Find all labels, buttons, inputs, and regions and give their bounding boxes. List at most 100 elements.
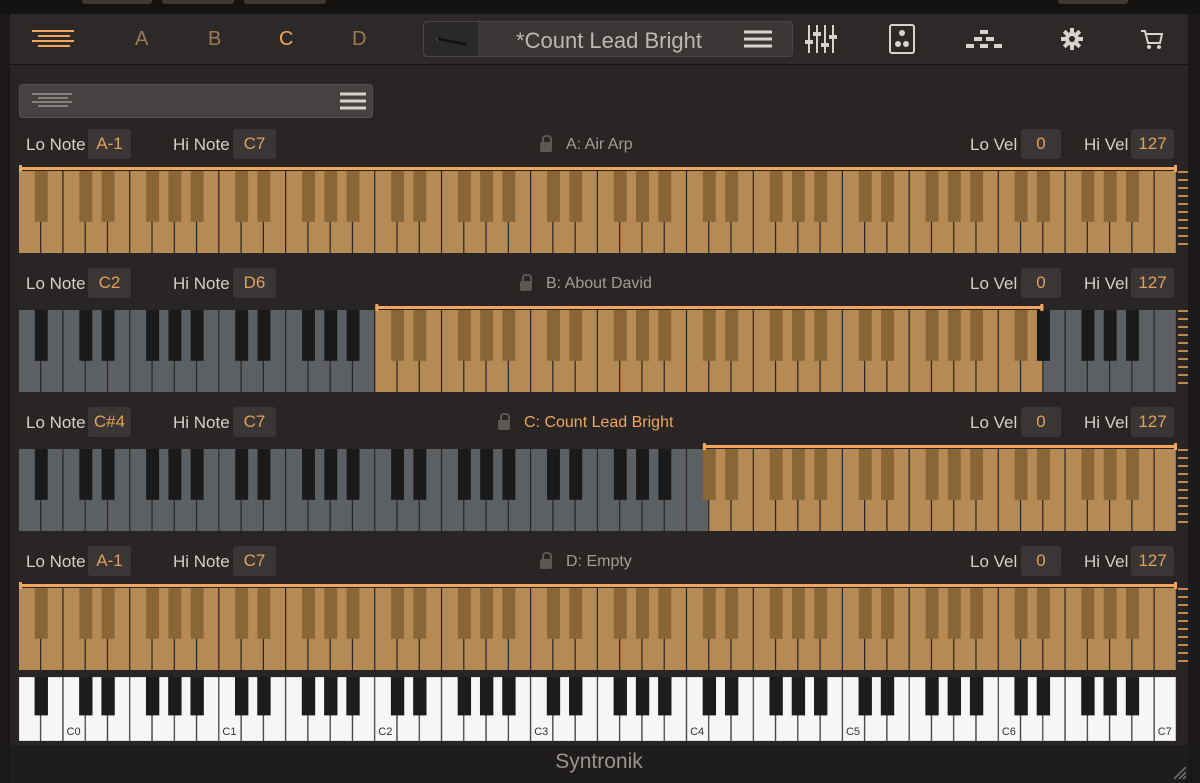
zone-black-key xyxy=(547,171,560,222)
zone-b-lock-icon[interactable] xyxy=(520,274,532,291)
zone-black-key xyxy=(858,588,872,639)
settings-gear-icon[interactable] xyxy=(1061,28,1083,50)
main-piano-keyboard[interactable]: C0 C1 C2 C3 C4 C5 C6 C7 xyxy=(19,677,1177,741)
zone-black-key xyxy=(457,171,471,222)
zone-a-lo-note-field[interactable]: A-1 xyxy=(88,129,131,159)
zone-black-key xyxy=(391,449,405,500)
zone-d-hi-note-field[interactable]: C7 xyxy=(233,546,276,576)
zone-black-key xyxy=(547,310,560,361)
zone-c-velocity-scale[interactable] xyxy=(1178,449,1188,529)
black-key xyxy=(814,677,828,716)
zone-black-key xyxy=(101,171,115,222)
black-key xyxy=(635,677,650,716)
zone-a-lock-icon[interactable] xyxy=(540,135,552,152)
top-strip-button[interactable] xyxy=(1058,0,1128,4)
zone-black-key xyxy=(769,588,783,639)
split-menu-icon[interactable] xyxy=(340,92,366,110)
zone-black-key xyxy=(480,449,494,500)
black-key xyxy=(569,677,583,716)
preset-menu-icon[interactable] xyxy=(744,30,772,48)
zone-black-key xyxy=(302,171,315,222)
zone-a-hi-note-field[interactable]: C7 xyxy=(233,129,276,159)
zone-b-lo-vel-field[interactable]: 0 xyxy=(1021,268,1061,298)
footer-bar: Syntronik xyxy=(10,745,1188,783)
zone-c-lo-vel-field[interactable]: 0 xyxy=(1021,407,1061,437)
split-overview-strip[interactable] xyxy=(19,84,373,118)
zone-c-keyboard[interactable] xyxy=(19,439,1177,531)
zone-black-key xyxy=(502,310,516,361)
shop-cart-icon[interactable] xyxy=(1140,28,1164,50)
top-strip-button[interactable] xyxy=(82,0,152,4)
black-key xyxy=(457,677,472,716)
zone-white-key xyxy=(1154,588,1176,670)
zone-black-key xyxy=(1103,310,1117,361)
zone-range-handle-high xyxy=(1174,582,1177,589)
zone-black-key xyxy=(79,171,93,222)
black-key xyxy=(791,677,806,716)
part-tab-b[interactable]: B xyxy=(208,28,221,51)
zone-c-name: C: Count Lead Bright xyxy=(524,414,674,431)
zone-range-handle-low xyxy=(375,304,379,311)
zone-black-key xyxy=(1014,310,1028,361)
zone-b-velocity-scale[interactable] xyxy=(1178,310,1188,390)
part-tab-a[interactable]: A xyxy=(135,28,148,51)
zone-d-lo-vel-field[interactable]: 0 xyxy=(1021,546,1061,576)
zone-b-hi-note-field[interactable]: D6 xyxy=(233,268,276,298)
zone-black-key xyxy=(970,171,984,222)
zone-a-velocity-scale[interactable] xyxy=(1178,171,1188,251)
zone-d-lock-icon[interactable] xyxy=(540,552,552,569)
zone-a-hi-vel-field[interactable]: 127 xyxy=(1131,129,1174,159)
hi-vel-label: Hi Vel xyxy=(1084,413,1129,432)
black-key xyxy=(257,677,271,716)
zone-range-bar xyxy=(702,445,1177,448)
zone-black-key xyxy=(970,588,984,639)
zone-a-keyboard[interactable] xyxy=(19,161,1177,253)
zone-c-lock-icon[interactable] xyxy=(498,413,510,430)
zone-d-name: D: Empty xyxy=(566,553,632,570)
zone-d-velocity-scale[interactable] xyxy=(1178,588,1188,668)
zone-c-lo-note-field[interactable]: C#4 xyxy=(88,407,131,437)
arpeggiator-icon[interactable] xyxy=(964,28,1004,50)
zone-black-key xyxy=(925,449,939,500)
part-tab-d[interactable]: D xyxy=(352,28,366,51)
toolbar: A B C D *Count Lead Bright xyxy=(10,14,1188,65)
top-strip-button[interactable] xyxy=(162,0,234,4)
octave-label: C1 xyxy=(222,726,236,738)
zone-black-key xyxy=(1081,171,1095,222)
zone-black-key xyxy=(34,310,48,361)
zone-range-handle-high xyxy=(1040,304,1044,311)
zone-black-key xyxy=(413,449,427,500)
lo-note-label: Lo Note xyxy=(26,413,86,432)
preset-selector[interactable]: *Count Lead Bright xyxy=(423,21,793,57)
zone-black-key xyxy=(457,449,471,500)
zone-b-hi-vel-field[interactable]: 127 xyxy=(1131,268,1174,298)
zone-d-hi-vel-field[interactable]: 127 xyxy=(1131,546,1174,576)
zone-black-key xyxy=(791,171,805,222)
zone-d-lo-note-field[interactable]: A-1 xyxy=(88,546,131,576)
top-strip-button[interactable] xyxy=(244,0,326,4)
zone-black-key xyxy=(1103,588,1117,639)
zone-black-key xyxy=(658,310,672,361)
zone-c-hi-note-field[interactable]: C7 xyxy=(233,407,276,437)
zone-b-lo-note-field[interactable]: C2 xyxy=(88,268,131,298)
zone-black-key xyxy=(947,171,961,222)
resize-grip-icon[interactable] xyxy=(1172,765,1186,779)
zone-black-key xyxy=(502,449,516,500)
part-tab-c[interactable]: C xyxy=(279,28,293,51)
zone-black-key xyxy=(814,588,828,639)
zone-black-key xyxy=(235,171,249,222)
black-key xyxy=(969,677,984,716)
black-key xyxy=(34,677,48,716)
zone-black-key xyxy=(302,310,315,361)
zone-b-keyboard[interactable] xyxy=(19,300,1177,392)
mixer-icon[interactable] xyxy=(804,23,838,55)
zone-c-hi-vel-field[interactable]: 127 xyxy=(1131,407,1174,437)
split-view-icon[interactable] xyxy=(30,28,76,50)
preset-name[interactable]: *Count Lead Bright xyxy=(484,28,734,54)
black-key xyxy=(1081,677,1095,716)
speaker-icon[interactable] xyxy=(888,23,916,55)
zone-d-keyboard[interactable] xyxy=(19,578,1177,670)
zone-black-key xyxy=(769,310,783,361)
preset-instrument-thumbnail[interactable] xyxy=(424,22,478,56)
zone-a-lo-vel-field[interactable]: 0 xyxy=(1021,129,1061,159)
